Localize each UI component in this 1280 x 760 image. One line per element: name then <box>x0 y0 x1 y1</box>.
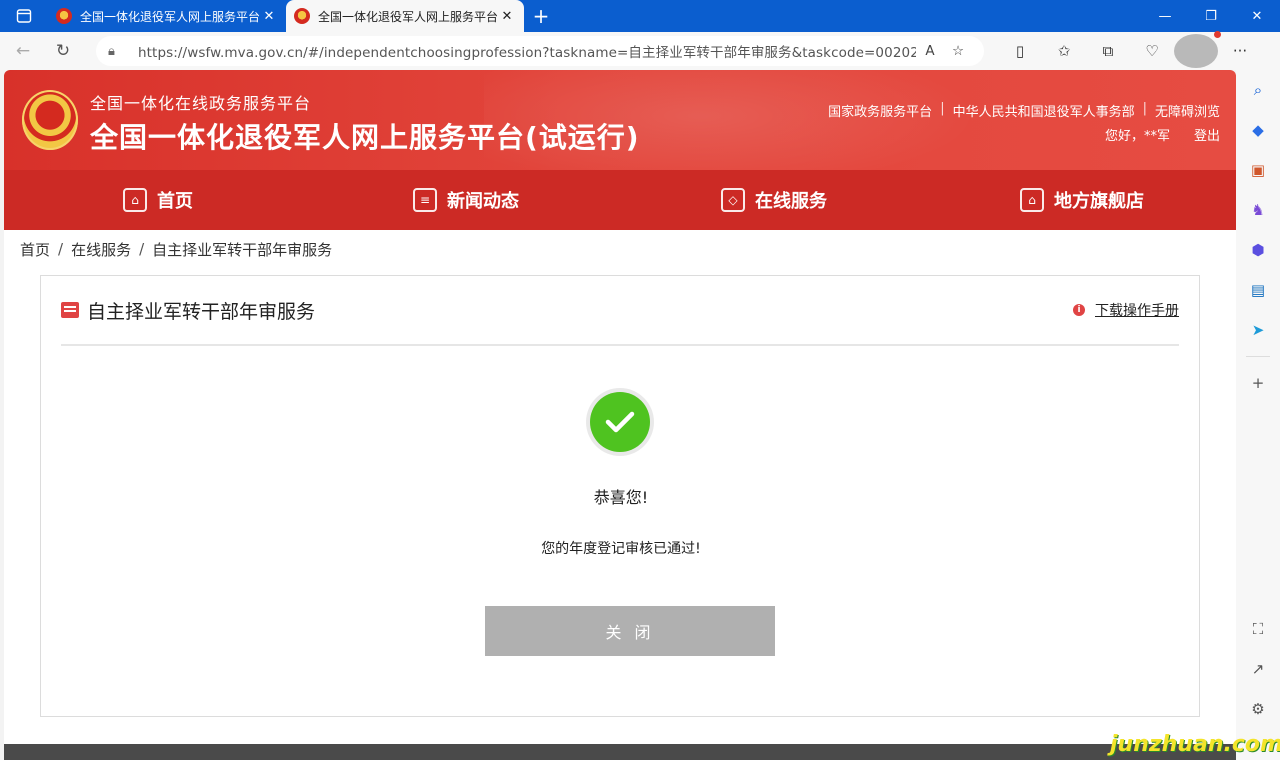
add-icon[interactable]: + <box>1236 363 1280 403</box>
breadcrumb-separator: / <box>139 240 145 258</box>
logout-link[interactable]: 登出 <box>1194 125 1220 144</box>
restore-icon[interactable]: ❐ <box>1188 0 1234 32</box>
toolbar-icons: ▯ ✩ ⧉ ♡ ··· <box>998 31 1262 68</box>
copilot-icon[interactable]: ⬢ <box>1236 230 1280 270</box>
list-icon <box>61 302 79 318</box>
page-footer-bar <box>4 744 1236 760</box>
close-tab-icon[interactable]: ✕ <box>260 9 278 24</box>
browser-tab-bar: 全国一体化退役军人网上服务平台 ✕ 全国一体化退役军人网上服务平台 ✕ + — … <box>0 0 1280 32</box>
main-nav: ⌂ 首页 ≡ 新闻动态 ◇ 在线服务 ⌂ 地方旗舰店 <box>4 170 1236 230</box>
site-subtitle: 全国一体化在线政务服务平台 <box>90 94 312 113</box>
close-tab-icon[interactable]: ✕ <box>498 9 516 24</box>
nav-item-home[interactable]: ⌂ 首页 <box>4 187 312 213</box>
checkmark-icon <box>605 411 635 433</box>
nav-item-news[interactable]: ≡ 新闻动态 <box>312 187 620 213</box>
window-controls: — ❐ ✕ <box>1142 0 1280 32</box>
nav-item-label: 新闻动态 <box>447 191 519 212</box>
send-icon[interactable]: ➤ <box>1236 310 1280 350</box>
browser-tab-1[interactable]: 全国一体化退役军人网上服务平台 ✕ <box>48 0 286 32</box>
national-emblem-icon <box>22 90 78 150</box>
shopping-tag-icon[interactable]: ◆ <box>1236 110 1280 150</box>
store-icon: ⌂ <box>1020 188 1044 212</box>
nav-item-label: 地方旗舰店 <box>1054 191 1144 212</box>
top-links: 国家政务服务平台 | 中华人民共和国退役军人事务部 | 无障碍浏览 <box>828 101 1220 120</box>
screenshot-icon[interactable]: ⛶ <box>1236 609 1280 649</box>
back-icon[interactable]: ← <box>6 34 40 68</box>
home-icon: ⌂ <box>123 188 147 212</box>
breadcrumb-home[interactable]: 首页 <box>20 239 50 260</box>
lock-icon: 🔒︎ <box>108 43 115 59</box>
url-text: https://wsfw.mva.gov.cn/#/independentcho… <box>138 45 916 61</box>
browser-toolbar: ← ↻ 🔒︎ https://wsfw.mva.gov.cn/#/indepen… <box>0 31 1280 70</box>
browser-essentials-icon[interactable]: ♡ <box>1130 34 1174 68</box>
success-check-icon <box>586 388 654 456</box>
games-icon[interactable]: ♞ <box>1236 190 1280 230</box>
minimize-icon[interactable]: — <box>1142 0 1188 32</box>
download-manual-link[interactable]: 下载操作手册 <box>1095 300 1179 320</box>
favorite-star-icon[interactable]: ☆ <box>944 43 972 59</box>
info-icon: i <box>1073 304 1085 316</box>
refresh-icon[interactable]: ↻ <box>46 34 80 68</box>
service-card: 自主择业军转干部年审服务 i 下载操作手册 恭喜您! 您的年度登记审核已通过! … <box>40 275 1200 717</box>
collections-icon[interactable]: ⧉ <box>1086 34 1130 68</box>
address-bar[interactable]: 🔒︎ https://wsfw.mva.gov.cn/#/independent… <box>96 36 984 66</box>
tab-actions-icon <box>16 9 32 23</box>
browser-tab-2[interactable]: 全国一体化退役军人网上服务平台 ✕ <box>286 0 524 32</box>
nav-item-label: 首页 <box>157 191 193 212</box>
user-info: 您好，**军 登出 <box>1105 125 1220 144</box>
card-header: 自主择业军转干部年审服务 i 下载操作手册 <box>61 276 1179 346</box>
tab-actions-button[interactable] <box>0 0 48 32</box>
site-favicon-icon <box>56 8 72 24</box>
site-header: 全国一体化在线政务服务平台 全国一体化退役军人网上服务平台(试运行) 国家政务服… <box>4 70 1236 170</box>
link-separator: | <box>940 101 945 116</box>
link-veterans-ministry[interactable]: 中华人民共和国退役军人事务部 <box>953 101 1135 120</box>
watermark-text: junzhuan.com <box>1110 732 1280 757</box>
congrats-text: 恭喜您! <box>593 488 649 507</box>
more-options-icon[interactable]: ··· <box>1218 34 1262 68</box>
success-check-circle <box>590 392 650 452</box>
nav-item-online-services[interactable]: ◇ 在线服务 <box>620 187 928 213</box>
avatar <box>1174 31 1221 68</box>
link-national-gov-platform[interactable]: 国家政务服务平台 <box>828 101 932 120</box>
breadcrumb-current: 自主择业军转干部年审服务 <box>152 240 333 259</box>
tab-title: 全国一体化退役军人网上服务平台 <box>80 9 260 24</box>
favorites-icon[interactable]: ✩ <box>1042 34 1086 68</box>
profile-button[interactable] <box>1174 31 1221 68</box>
settings-gear-icon[interactable]: ⚙ <box>1236 689 1280 729</box>
search-icon[interactable]: ⌕ <box>1236 70 1280 110</box>
web-page: 全国一体化在线政务服务平台 全国一体化退役军人网上服务平台(试运行) 国家政务服… <box>4 70 1236 760</box>
breadcrumb-separator: / <box>58 240 64 258</box>
read-aloud-icon[interactable]: A <box>916 43 944 59</box>
result-message: 您的年度登记审核已通过! <box>541 541 701 557</box>
link-accessibility[interactable]: 无障碍浏览 <box>1155 101 1220 120</box>
box-icon: ◇ <box>721 188 745 212</box>
tab-title: 全国一体化退役军人网上服务平台 <box>318 9 498 24</box>
new-tab-button[interactable]: + <box>524 0 558 32</box>
sidebar-divider <box>1246 356 1270 357</box>
greeting-text: 您好，**军 <box>1104 129 1170 144</box>
link-separator: | <box>1142 101 1147 116</box>
tools-briefcase-icon[interactable]: ▣ <box>1236 150 1280 190</box>
split-screen-icon[interactable]: ▯ <box>998 34 1042 68</box>
news-icon: ≡ <box>413 188 437 212</box>
site-favicon-icon <box>294 8 310 24</box>
page-title: 自主择业军转干部年审服务 <box>87 300 316 323</box>
breadcrumb-online-services[interactable]: 在线服务 <box>71 239 131 260</box>
outlook-icon[interactable]: ▤ <box>1236 270 1280 310</box>
close-button[interactable]: 关 闭 <box>485 606 775 656</box>
nav-item-local-stores[interactable]: ⌂ 地方旗舰店 <box>928 187 1236 213</box>
edge-sidebar: ⌕ ◆ ▣ ♞ ⬢ ▤ ➤ + ⛶ ↗ ⚙ <box>1236 70 1280 760</box>
close-window-icon[interactable]: ✕ <box>1234 0 1280 32</box>
nav-item-label: 在线服务 <box>755 191 827 212</box>
site-title: 全国一体化退役军人网上服务平台(试运行) <box>90 121 640 154</box>
external-link-icon[interactable]: ↗ <box>1236 649 1280 689</box>
breadcrumb: 首页 / 在线服务 / 自主择业军转干部年审服务 <box>4 230 1236 268</box>
